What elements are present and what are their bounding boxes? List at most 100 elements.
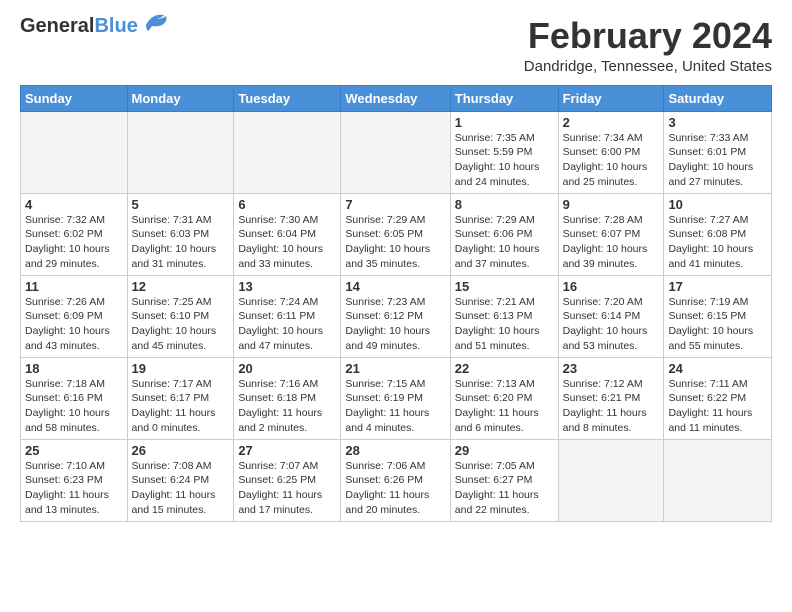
calendar-cell: 1Sunrise: 7:35 AMSunset: 5:59 PMDaylight… — [450, 111, 558, 193]
calendar-cell: 14Sunrise: 7:23 AMSunset: 6:12 PMDayligh… — [341, 275, 450, 357]
calendar-cell: 25Sunrise: 7:10 AMSunset: 6:23 PMDayligh… — [21, 439, 128, 521]
calendar-cell: 22Sunrise: 7:13 AMSunset: 6:20 PMDayligh… — [450, 357, 558, 439]
day-number: 13 — [238, 279, 336, 294]
day-number: 15 — [455, 279, 554, 294]
calendar-body: 1Sunrise: 7:35 AMSunset: 5:59 PMDaylight… — [21, 111, 772, 521]
day-number: 21 — [345, 361, 445, 376]
location: Dandridge, Tennessee, United States — [524, 58, 772, 75]
day-info: Sunrise: 7:17 AMSunset: 6:17 PMDaylight:… — [132, 377, 230, 436]
calendar-cell — [341, 111, 450, 193]
day-info: Sunrise: 7:10 AMSunset: 6:23 PMDaylight:… — [25, 459, 123, 518]
logo-text: GeneralBlue — [20, 16, 138, 36]
day-number: 4 — [25, 197, 123, 212]
day-info: Sunrise: 7:11 AMSunset: 6:22 PMDaylight:… — [668, 377, 767, 436]
weekday-thursday: Thursday — [450, 85, 558, 111]
title-block: February 2024 Dandridge, Tennessee, Unit… — [524, 16, 772, 75]
day-info: Sunrise: 7:25 AMSunset: 6:10 PMDaylight:… — [132, 295, 230, 354]
calendar-cell: 12Sunrise: 7:25 AMSunset: 6:10 PMDayligh… — [127, 275, 234, 357]
day-number: 25 — [25, 443, 123, 458]
day-info: Sunrise: 7:05 AMSunset: 6:27 PMDaylight:… — [455, 459, 554, 518]
calendar-cell: 20Sunrise: 7:16 AMSunset: 6:18 PMDayligh… — [234, 357, 341, 439]
day-info: Sunrise: 7:06 AMSunset: 6:26 PMDaylight:… — [345, 459, 445, 518]
weekday-saturday: Saturday — [664, 85, 772, 111]
calendar-cell: 19Sunrise: 7:17 AMSunset: 6:17 PMDayligh… — [127, 357, 234, 439]
day-number: 28 — [345, 443, 445, 458]
day-info: Sunrise: 7:21 AMSunset: 6:13 PMDaylight:… — [455, 295, 554, 354]
day-info: Sunrise: 7:08 AMSunset: 6:24 PMDaylight:… — [132, 459, 230, 518]
calendar-cell: 9Sunrise: 7:28 AMSunset: 6:07 PMDaylight… — [558, 193, 664, 275]
calendar-cell: 2Sunrise: 7:34 AMSunset: 6:00 PMDaylight… — [558, 111, 664, 193]
calendar-week-3: 18Sunrise: 7:18 AMSunset: 6:16 PMDayligh… — [21, 357, 772, 439]
weekday-wednesday: Wednesday — [341, 85, 450, 111]
day-number: 6 — [238, 197, 336, 212]
day-number: 3 — [668, 115, 767, 130]
day-info: Sunrise: 7:12 AMSunset: 6:21 PMDaylight:… — [563, 377, 660, 436]
day-number: 24 — [668, 361, 767, 376]
day-number: 18 — [25, 361, 123, 376]
day-info: Sunrise: 7:31 AMSunset: 6:03 PMDaylight:… — [132, 213, 230, 272]
day-number: 20 — [238, 361, 336, 376]
calendar-cell — [127, 111, 234, 193]
calendar-cell: 10Sunrise: 7:27 AMSunset: 6:08 PMDayligh… — [664, 193, 772, 275]
day-number: 7 — [345, 197, 445, 212]
day-number: 2 — [563, 115, 660, 130]
day-number: 16 — [563, 279, 660, 294]
day-info: Sunrise: 7:24 AMSunset: 6:11 PMDaylight:… — [238, 295, 336, 354]
day-info: Sunrise: 7:15 AMSunset: 6:19 PMDaylight:… — [345, 377, 445, 436]
day-number: 14 — [345, 279, 445, 294]
calendar-week-4: 25Sunrise: 7:10 AMSunset: 6:23 PMDayligh… — [21, 439, 772, 521]
calendar-cell: 6Sunrise: 7:30 AMSunset: 6:04 PMDaylight… — [234, 193, 341, 275]
logo-bird-icon — [142, 11, 170, 33]
day-info: Sunrise: 7:34 AMSunset: 6:00 PMDaylight:… — [563, 131, 660, 190]
day-info: Sunrise: 7:29 AMSunset: 6:06 PMDaylight:… — [455, 213, 554, 272]
calendar-cell: 18Sunrise: 7:18 AMSunset: 6:16 PMDayligh… — [21, 357, 128, 439]
calendar-table: Sunday Monday Tuesday Wednesday Thursday… — [20, 85, 772, 522]
calendar-cell: 13Sunrise: 7:24 AMSunset: 6:11 PMDayligh… — [234, 275, 341, 357]
day-number: 17 — [668, 279, 767, 294]
day-number: 8 — [455, 197, 554, 212]
calendar-cell: 28Sunrise: 7:06 AMSunset: 6:26 PMDayligh… — [341, 439, 450, 521]
calendar-cell: 8Sunrise: 7:29 AMSunset: 6:06 PMDaylight… — [450, 193, 558, 275]
day-info: Sunrise: 7:32 AMSunset: 6:02 PMDaylight:… — [25, 213, 123, 272]
calendar-cell: 3Sunrise: 7:33 AMSunset: 6:01 PMDaylight… — [664, 111, 772, 193]
calendar-cell: 11Sunrise: 7:26 AMSunset: 6:09 PMDayligh… — [21, 275, 128, 357]
calendar-cell: 24Sunrise: 7:11 AMSunset: 6:22 PMDayligh… — [664, 357, 772, 439]
day-info: Sunrise: 7:29 AMSunset: 6:05 PMDaylight:… — [345, 213, 445, 272]
calendar-cell — [234, 111, 341, 193]
weekday-friday: Friday — [558, 85, 664, 111]
day-info: Sunrise: 7:28 AMSunset: 6:07 PMDaylight:… — [563, 213, 660, 272]
day-info: Sunrise: 7:27 AMSunset: 6:08 PMDaylight:… — [668, 213, 767, 272]
day-number: 19 — [132, 361, 230, 376]
day-number: 22 — [455, 361, 554, 376]
day-number: 9 — [563, 197, 660, 212]
calendar-header: Sunday Monday Tuesday Wednesday Thursday… — [21, 85, 772, 111]
calendar-cell: 4Sunrise: 7:32 AMSunset: 6:02 PMDaylight… — [21, 193, 128, 275]
day-info: Sunrise: 7:20 AMSunset: 6:14 PMDaylight:… — [563, 295, 660, 354]
day-info: Sunrise: 7:23 AMSunset: 6:12 PMDaylight:… — [345, 295, 445, 354]
day-info: Sunrise: 7:13 AMSunset: 6:20 PMDaylight:… — [455, 377, 554, 436]
day-info: Sunrise: 7:30 AMSunset: 6:04 PMDaylight:… — [238, 213, 336, 272]
logo: GeneralBlue — [20, 16, 170, 36]
day-info: Sunrise: 7:19 AMSunset: 6:15 PMDaylight:… — [668, 295, 767, 354]
calendar-cell — [558, 439, 664, 521]
day-number: 29 — [455, 443, 554, 458]
weekday-tuesday: Tuesday — [234, 85, 341, 111]
day-number: 26 — [132, 443, 230, 458]
page: GeneralBlue February 2024 Dandridge, Ten… — [0, 0, 792, 532]
day-number: 5 — [132, 197, 230, 212]
calendar-cell: 5Sunrise: 7:31 AMSunset: 6:03 PMDaylight… — [127, 193, 234, 275]
calendar-cell: 26Sunrise: 7:08 AMSunset: 6:24 PMDayligh… — [127, 439, 234, 521]
day-info: Sunrise: 7:26 AMSunset: 6:09 PMDaylight:… — [25, 295, 123, 354]
day-info: Sunrise: 7:07 AMSunset: 6:25 PMDaylight:… — [238, 459, 336, 518]
calendar-cell: 27Sunrise: 7:07 AMSunset: 6:25 PMDayligh… — [234, 439, 341, 521]
day-info: Sunrise: 7:35 AMSunset: 5:59 PMDaylight:… — [455, 131, 554, 190]
calendar-cell — [21, 111, 128, 193]
day-number: 1 — [455, 115, 554, 130]
day-number: 12 — [132, 279, 230, 294]
day-info: Sunrise: 7:16 AMSunset: 6:18 PMDaylight:… — [238, 377, 336, 436]
day-info: Sunrise: 7:33 AMSunset: 6:01 PMDaylight:… — [668, 131, 767, 190]
calendar-cell: 16Sunrise: 7:20 AMSunset: 6:14 PMDayligh… — [558, 275, 664, 357]
calendar-cell: 29Sunrise: 7:05 AMSunset: 6:27 PMDayligh… — [450, 439, 558, 521]
calendar-cell: 7Sunrise: 7:29 AMSunset: 6:05 PMDaylight… — [341, 193, 450, 275]
day-number: 23 — [563, 361, 660, 376]
